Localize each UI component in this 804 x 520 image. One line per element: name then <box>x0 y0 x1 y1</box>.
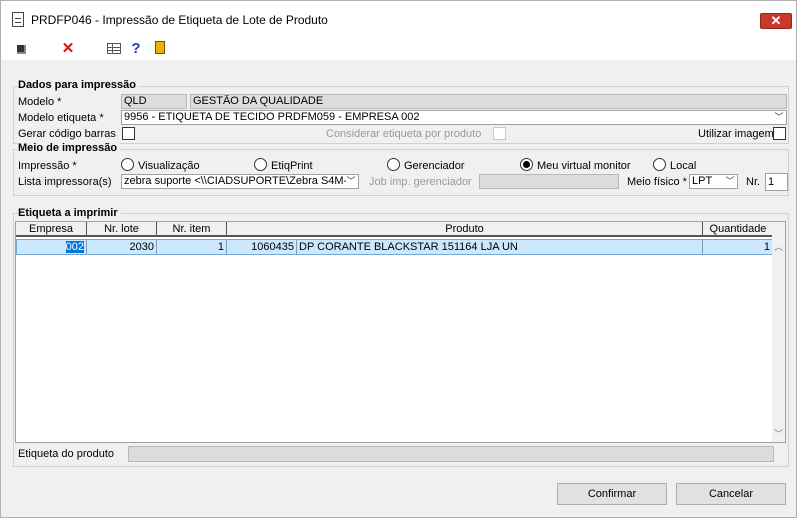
radio-gerenciador-label: Gerenciador <box>404 160 465 172</box>
considerar-checkbox[interactable] <box>493 127 506 140</box>
table-row[interactable]: 002 2030 1 1060435 DP CORANTE BLACKSTAR … <box>16 239 773 255</box>
close-button[interactable]: ✕ <box>760 13 792 29</box>
radio-meu-virtual-monitor[interactable] <box>520 158 533 171</box>
lista-impressoras-label: Lista impressora(s) <box>18 176 112 188</box>
title-bar: PRDFP046 - Impressão de Etiqueta de Lote… <box>1 1 796 38</box>
col-nr-item[interactable]: Nr. item <box>157 222 227 237</box>
table-icon[interactable] <box>105 40 123 58</box>
modelo-desc-field: GESTÃO DA QUALIDADE <box>190 94 787 109</box>
help-icon[interactable]: ? <box>127 40 145 58</box>
chevron-down-icon: ﹀ <box>725 176 735 186</box>
grid-scrollbar[interactable]: ︿ ﹀ <box>772 222 785 442</box>
dados-legend: Dados para impressão <box>18 79 139 91</box>
meio-fisico-select[interactable]: LPT ﹀ <box>689 174 738 189</box>
col-quantidade[interactable]: Quantidade <box>703 222 773 237</box>
cell-empresa-value: 002 <box>65 241 84 253</box>
modelo-label: Modelo * <box>18 96 62 108</box>
nr-field[interactable]: 1 <box>765 173 788 191</box>
cell-produto-desc[interactable]: DP CORANTE BLACKSTAR 151164 LJA UN <box>297 240 703 254</box>
utilizar-imagem-label: Utilizar imagem <box>698 128 774 140</box>
etiqueta-legend: Etiqueta a imprimir <box>18 207 121 219</box>
lista-impressoras-value: zebra suporte <\\CIADSUPORTE\Zebra S4M-2 <box>124 175 354 187</box>
save-icon[interactable] <box>12 40 30 58</box>
cell-quantidade[interactable]: 1 <box>703 240 772 254</box>
lista-impressoras-select[interactable]: zebra suporte <\\CIADSUPORTE\Zebra S4M-2… <box>121 174 359 189</box>
job-gerenciador-label: Job imp. gerenciador <box>369 176 472 188</box>
gerar-codigo-label: Gerar código barras <box>18 128 116 140</box>
col-nr-lote[interactable]: Nr. lote <box>87 222 157 237</box>
radio-visualizacao-label: Visualização <box>138 160 200 172</box>
exit-icon[interactable] <box>151 40 169 58</box>
meio-legend: Meio de impressão <box>18 142 121 154</box>
cell-produto-code[interactable]: 1060435 <box>227 240 297 254</box>
background-edge <box>797 0 804 520</box>
impressao-label: Impressão * <box>18 160 77 172</box>
main-window: PRDFP046 - Impressão de Etiqueta de Lote… <box>0 0 797 518</box>
radio-gerenciador[interactable] <box>387 158 400 171</box>
etiqueta-produto-field <box>128 446 774 462</box>
chevron-down-icon[interactable]: ﹀ <box>772 427 785 440</box>
cell-empresa[interactable]: 002 <box>17 240 87 254</box>
considerar-label: Considerar etiqueta por produto <box>326 128 482 140</box>
modelo-code-field: QLD <box>121 94 187 109</box>
radio-etiqprint-label: EtiqPrint <box>271 160 313 172</box>
confirmar-button[interactable]: Confirmar <box>557 483 667 505</box>
radio-local-label: Local <box>670 160 697 172</box>
chevron-down-icon: ﹀ <box>346 175 356 188</box>
chevron-down-icon: ﹀ <box>774 112 784 122</box>
meio-fisico-label: Meio físico * <box>627 176 687 188</box>
grid-header: Empresa Nr. lote Nr. item Produto Quanti… <box>16 222 773 237</box>
cell-nr-lote[interactable]: 2030 <box>87 240 157 254</box>
utilizar-imagem-checkbox[interactable] <box>773 127 786 140</box>
col-empresa[interactable]: Empresa <box>16 222 87 237</box>
radio-visualizacao[interactable] <box>121 158 134 171</box>
radio-local[interactable] <box>653 158 666 171</box>
modelo-etiqueta-value: 9956 - ETIQUETA DE TECIDO PRDFM059 - EMP… <box>124 111 420 123</box>
modelo-etiqueta-select[interactable]: 9956 - ETIQUETA DE TECIDO PRDFM059 - EMP… <box>121 110 787 125</box>
gerar-codigo-checkbox[interactable] <box>122 127 135 140</box>
toolbar: ✕ ? <box>1 38 796 60</box>
radio-etiqprint[interactable] <box>254 158 267 171</box>
window-title: PRDFP046 - Impressão de Etiqueta de Lote… <box>31 13 328 27</box>
nr-label: Nr. <box>746 176 761 188</box>
document-icon <box>12 12 24 27</box>
etiqueta-produto-label: Etiqueta do produto <box>18 448 115 460</box>
job-gerenciador-field <box>479 174 619 189</box>
meio-fisico-value: LPT <box>692 175 713 187</box>
cell-nr-item[interactable]: 1 <box>157 240 227 254</box>
cancel-icon[interactable]: ✕ <box>59 40 77 58</box>
col-produto[interactable]: Produto <box>227 222 703 237</box>
chevron-up-icon[interactable]: ︿ <box>772 240 785 253</box>
cancelar-button[interactable]: Cancelar <box>676 483 786 505</box>
modelo-etiqueta-label: Modelo etiqueta * <box>18 112 104 124</box>
radio-meu-virtual-monitor-label: Meu virtual monitor <box>537 160 631 172</box>
etiqueta-grid[interactable]: Empresa Nr. lote Nr. item Produto Quanti… <box>15 221 786 443</box>
